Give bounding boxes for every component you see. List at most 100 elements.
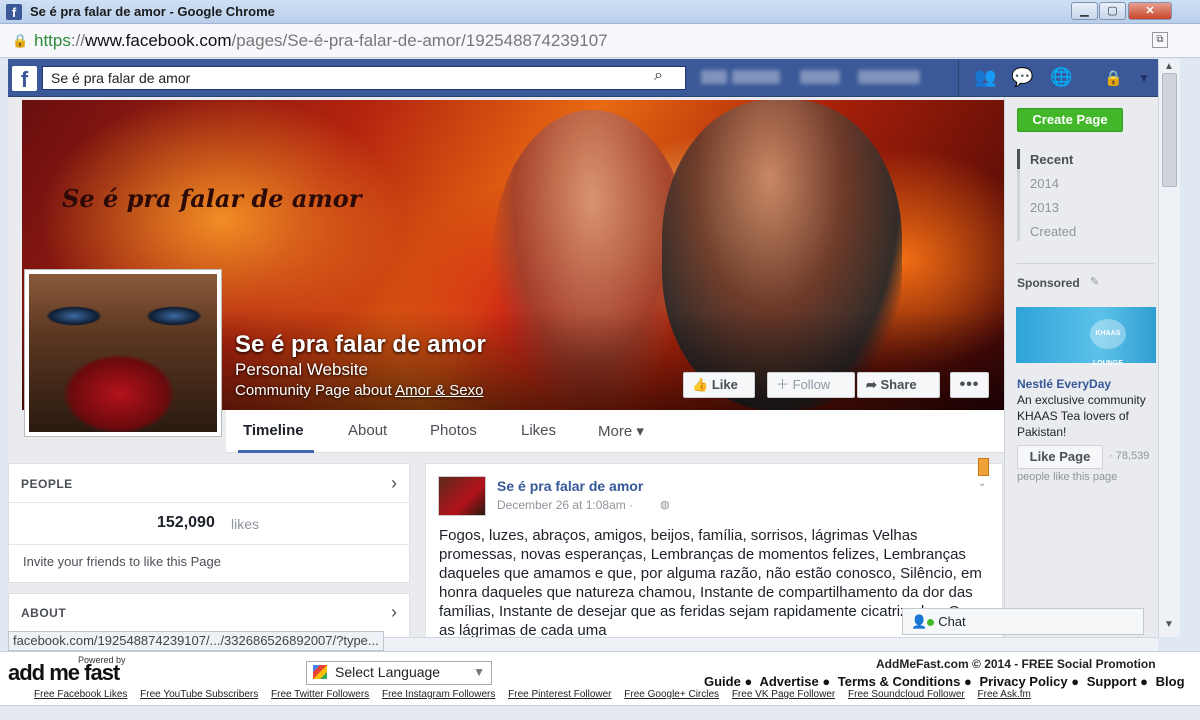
- minimize-icon: ▁: [1080, 5, 1089, 17]
- title-bar: f Se é pra falar de amor - Google Chrome…: [0, 0, 1200, 24]
- promo-link[interactable]: Free Soundcloud Follower: [848, 689, 965, 700]
- promo-links: Free Facebook Likes Free YouTube Subscri…: [34, 689, 1041, 700]
- year-item-2013[interactable]: 2013: [1030, 200, 1059, 215]
- nav-item-blurred[interactable]: [858, 70, 920, 84]
- create-page-button[interactable]: Create Page: [1017, 108, 1123, 132]
- notifications-globe-icon[interactable]: 🌐: [1050, 67, 1072, 88]
- guide-link[interactable]: Guide ●: [704, 674, 752, 689]
- chat-label: Chat: [938, 614, 966, 629]
- scrollbar-thumb[interactable]: [1162, 73, 1177, 187]
- more-options-button[interactable]: •••: [950, 372, 989, 398]
- support-link[interactable]: Support ●: [1087, 674, 1148, 689]
- chat-tab[interactable]: 👤 Chat: [902, 608, 1144, 635]
- invite-friends-link[interactable]: Invite your friends to like this Page: [23, 554, 221, 569]
- page-category: Personal Website: [235, 360, 368, 379]
- nav-item-blurred[interactable]: [800, 70, 840, 84]
- online-dot-icon: [927, 619, 935, 626]
- bookmark-icon[interactable]: [978, 458, 989, 476]
- footer-links: Guide ● Advertise ● Terms & Conditions ●…: [704, 674, 1189, 689]
- addmefast-logo[interactable]: add me fast: [8, 660, 120, 686]
- year-item-2014[interactable]: 2014: [1030, 176, 1059, 191]
- scroll-down-icon[interactable]: ▼: [1164, 619, 1174, 630]
- close-button[interactable]: ✕: [1128, 2, 1172, 20]
- friend-requests-icon[interactable]: 👥: [974, 67, 996, 88]
- share-button[interactable]: ➦ Share: [857, 372, 940, 398]
- tab-timeline[interactable]: Timeline: [243, 422, 304, 439]
- advertise-link[interactable]: Advertise ●: [759, 674, 830, 689]
- copyright-text: AddMeFast.com © 2014 - FREE Social Promo…: [876, 657, 1156, 671]
- year-selector-bar: [1017, 149, 1020, 169]
- edit-ad-icon[interactable]: ✎: [1090, 275, 1099, 288]
- minimize-button[interactable]: ▁: [1071, 2, 1098, 20]
- about-topic-link[interactable]: Amor & Sexo: [395, 382, 483, 399]
- account-menu-caret-icon[interactable]: ▼: [1138, 71, 1150, 85]
- about-header[interactable]: ABOUT: [21, 606, 66, 620]
- profile-thumb-blurred[interactable]: [701, 70, 727, 84]
- share-arrow-icon: ➦: [866, 377, 881, 392]
- promo-link[interactable]: Free YouTube Subscribers: [140, 689, 258, 700]
- cover-script-title: Se é pra falar de amor: [62, 184, 362, 213]
- url-text[interactable]: https://www.facebook.com/pages/Se-é-pra-…: [34, 31, 608, 51]
- year-item-created[interactable]: Created: [1030, 224, 1076, 239]
- privacy-lock-icon[interactable]: 🔒: [1104, 69, 1123, 87]
- maximize-button[interactable]: ▢: [1099, 2, 1126, 20]
- promo-link[interactable]: Free Pinterest Follower: [508, 689, 611, 700]
- post-timestamp[interactable]: December 26 at 1:08am ·: [497, 498, 633, 512]
- year-selector-track: [1017, 169, 1020, 241]
- window-horizontal-scrollbar[interactable]: [0, 705, 1200, 720]
- search-icon[interactable]: ⌕: [654, 67, 663, 85]
- terms-link[interactable]: Terms & Conditions ●: [838, 674, 972, 689]
- status-bar-url: facebook.com/192548874239107/.../3326865…: [8, 631, 384, 651]
- like-page-button[interactable]: Like Page: [1017, 445, 1103, 469]
- vertical-scrollbar[interactable]: ▲ ▼: [1158, 59, 1180, 637]
- follow-button[interactable]: ＋ Follow: [767, 372, 855, 398]
- chevron-right-icon[interactable]: ›: [391, 473, 397, 494]
- promo-link[interactable]: Free Twitter Followers: [271, 689, 369, 700]
- like-label: Like: [711, 377, 738, 392]
- blog-link[interactable]: Blog: [1156, 674, 1185, 689]
- like-button[interactable]: 👍 Like: [683, 372, 755, 398]
- divider: [958, 59, 959, 97]
- tab-photos[interactable]: Photos: [430, 422, 477, 439]
- extension-icon[interactable]: ⧉: [1152, 32, 1168, 48]
- address-bar[interactable]: 🔒 https://www.facebook.com/pages/Se-é-pr…: [0, 24, 1200, 58]
- ad-image[interactable]: KHAAS LOUNGE: [1016, 307, 1156, 367]
- nav-item-blurred[interactable]: [732, 70, 780, 84]
- promo-link[interactable]: Free Google+ Circles: [624, 689, 719, 700]
- language-select-label: Select Language: [335, 664, 441, 680]
- promo-link[interactable]: Free Instagram Followers: [382, 689, 495, 700]
- promo-link[interactable]: Free Ask.fm: [978, 689, 1031, 700]
- window-title: Se é pra falar de amor - Google Chrome: [30, 4, 275, 19]
- language-select[interactable]: Select Language ▼: [306, 661, 492, 685]
- right-rail: Create Page Recent 2014 2013 Created Spo…: [1004, 97, 1158, 637]
- post-author[interactable]: Se é pra falar de amor: [497, 478, 643, 494]
- url-host: www.facebook.com: [85, 31, 232, 50]
- ad-like-count: · 78,539: [1109, 450, 1150, 462]
- active-tab-underline: [238, 450, 314, 453]
- share-label: Share: [880, 377, 917, 392]
- profile-picture[interactable]: [24, 269, 222, 437]
- ad-title[interactable]: Nestlé EveryDay: [1017, 377, 1111, 391]
- tab-more[interactable]: More ▾: [598, 422, 644, 440]
- messages-icon[interactable]: 💬: [1011, 67, 1033, 88]
- chevron-right-icon[interactable]: ›: [391, 602, 397, 623]
- post-author-avatar[interactable]: [438, 476, 486, 516]
- people-header[interactable]: PEOPLE: [21, 477, 73, 491]
- promo-link[interactable]: Free VK Page Follower: [732, 689, 835, 700]
- search-input[interactable]: Se é pra falar de amor: [42, 66, 686, 90]
- scroll-up-icon[interactable]: ▲: [1164, 61, 1174, 72]
- chevron-down-icon[interactable]: ⌄: [978, 478, 986, 489]
- page-title[interactable]: Se é pra falar de amor: [235, 331, 486, 359]
- page-content: Se é pra falar de amor Se é pra falar de…: [8, 97, 1158, 637]
- thumbs-up-icon: 👍: [692, 377, 712, 392]
- tab-likes[interactable]: Likes: [521, 422, 556, 439]
- promo-link[interactable]: Free Facebook Likes: [34, 689, 127, 700]
- public-globe-icon: ◍: [660, 499, 670, 511]
- dropdown-arrow-icon: ▼: [473, 665, 485, 679]
- privacy-link[interactable]: Privacy Policy ●: [979, 674, 1079, 689]
- divider: [9, 544, 409, 545]
- facebook-logo-icon[interactable]: f: [12, 66, 37, 92]
- lock-icon: 🔒: [12, 33, 29, 48]
- year-item-recent[interactable]: Recent: [1030, 152, 1073, 167]
- tab-about[interactable]: About: [348, 422, 387, 439]
